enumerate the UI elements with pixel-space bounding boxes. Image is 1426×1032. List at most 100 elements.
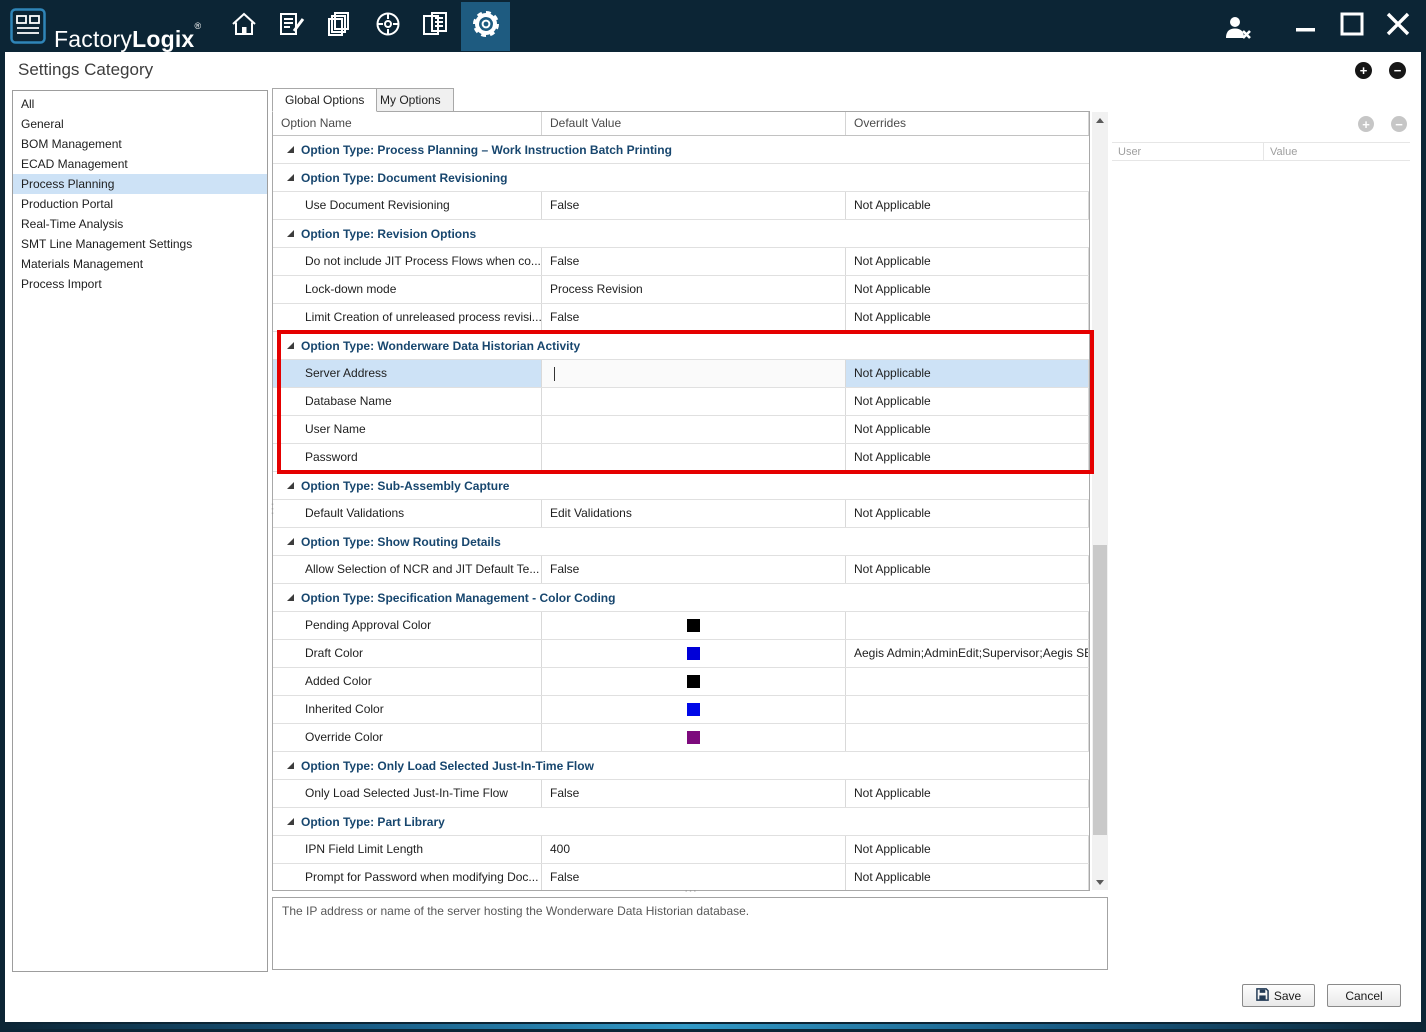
nav-settings-button[interactable]	[461, 2, 510, 51]
overrides-cell[interactable]: Not Applicable	[846, 556, 1089, 583]
nav-work-instructions-button[interactable]	[276, 10, 308, 42]
default-value-cell[interactable]: False	[542, 248, 846, 275]
option-row[interactable]: Prompt for Password when modifying Doc..…	[273, 864, 1089, 891]
overrides-cell[interactable]: Aegis Admin;AdminEdit;Supervisor;Aegis S…	[846, 640, 1089, 667]
expander-icon[interactable]	[287, 146, 294, 153]
sidebar-item-materials-management[interactable]: Materials Management	[13, 254, 267, 274]
option-name-cell[interactable]: Override Color	[273, 724, 542, 751]
overrides-cell[interactable]	[846, 668, 1089, 695]
overrides-cell[interactable]	[846, 724, 1089, 751]
overrides-cell[interactable]: Not Applicable	[846, 360, 1089, 387]
option-group-row[interactable]: Option Type: Show Routing Details	[273, 528, 1089, 556]
overrides-cell[interactable]: Not Applicable	[846, 276, 1089, 303]
save-button[interactable]: Save	[1242, 984, 1315, 1007]
sidebar-item-general[interactable]: General	[13, 114, 267, 134]
option-row[interactable]: Lock-down modeProcess RevisionNot Applic…	[273, 276, 1089, 304]
option-group-row[interactable]: Option Type: Only Load Selected Just-In-…	[273, 752, 1089, 780]
option-row[interactable]: Only Load Selected Just-In-Time FlowFals…	[273, 780, 1089, 808]
close-button[interactable]	[1380, 8, 1416, 44]
option-row[interactable]: Use Document RevisioningFalseNot Applica…	[273, 192, 1089, 220]
sidebar-item-all[interactable]: All	[13, 94, 267, 114]
default-value-cell[interactable]	[542, 360, 846, 387]
default-value-cell[interactable]	[542, 388, 846, 415]
column-header-user[interactable]: User	[1112, 143, 1264, 160]
overrides-cell[interactable]: Not Applicable	[846, 388, 1089, 415]
nav-materials-button[interactable]	[324, 10, 356, 42]
expander-icon[interactable]	[287, 594, 294, 601]
option-row[interactable]: Draft Color Aegis Admin;AdminEdit;Supervi…	[273, 640, 1089, 668]
column-header-value[interactable]: Value	[1264, 143, 1410, 160]
tab-my-options[interactable]: My Options	[367, 88, 454, 112]
option-row[interactable]: User Name Not Applicable	[273, 416, 1089, 444]
overrides-cell[interactable]: Not Applicable	[846, 416, 1089, 443]
default-value-cell[interactable]	[542, 612, 846, 639]
sidebar-item-bom-management[interactable]: BOM Management	[13, 134, 267, 154]
option-row[interactable]: Pending Approval Color	[273, 612, 1089, 640]
overrides-cell[interactable]	[846, 612, 1089, 639]
option-name-cell[interactable]: Limit Creation of unreleased process rev…	[273, 304, 542, 331]
default-value-cell[interactable]: False	[542, 780, 846, 807]
expander-icon[interactable]	[287, 342, 294, 349]
overrides-cell[interactable]	[846, 696, 1089, 723]
default-value-cell[interactable]	[542, 416, 846, 443]
default-value-cell[interactable]: 400	[542, 836, 846, 863]
option-group-row[interactable]: Option Type: Process Planning – Work Ins…	[273, 136, 1089, 164]
sidebar-item-process-planning[interactable]: Process Planning	[13, 174, 267, 194]
overrides-cell[interactable]: Not Applicable	[846, 500, 1089, 527]
option-name-cell[interactable]: Only Load Selected Just-In-Time Flow	[273, 780, 542, 807]
horizontal-splitter[interactable]: ⋯	[684, 886, 697, 896]
option-name-cell[interactable]: Added Color	[273, 668, 542, 695]
vertical-scrollbar[interactable]	[1092, 112, 1108, 890]
expander-icon[interactable]	[287, 538, 294, 545]
option-name-cell[interactable]: User Name	[273, 416, 542, 443]
default-value-cell[interactable]: Edit Validations	[542, 500, 846, 527]
vertical-splitter[interactable]: ⋮	[266, 504, 279, 514]
option-name-cell[interactable]: Prompt for Password when modifying Doc..…	[273, 864, 542, 891]
option-name-cell[interactable]: IPN Field Limit Length	[273, 836, 542, 863]
option-group-row[interactable]: Option Type: Specification Management - …	[273, 584, 1089, 612]
option-name-cell[interactable]: Inherited Color	[273, 696, 542, 723]
default-value-cell[interactable]: False	[542, 192, 846, 219]
overrides-cell[interactable]: Not Applicable	[846, 192, 1089, 219]
option-name-cell[interactable]: Draft Color	[273, 640, 542, 667]
expander-icon[interactable]	[287, 482, 294, 489]
option-row[interactable]: IPN Field Limit Length400Not Applicable	[273, 836, 1089, 864]
option-row[interactable]: Default ValidationsEdit ValidationsNot A…	[273, 500, 1089, 528]
column-header-default-value[interactable]: Default Value	[542, 112, 846, 135]
minimize-button[interactable]	[1288, 8, 1324, 44]
option-row[interactable]: Inherited Color	[273, 696, 1089, 724]
default-value-cell[interactable]	[542, 724, 846, 751]
column-header-option-name[interactable]: Option Name	[273, 112, 542, 135]
option-row[interactable]: Database NameNot Applicable	[273, 388, 1089, 416]
option-name-cell[interactable]: Password	[273, 444, 542, 471]
default-value-cell[interactable]	[542, 444, 846, 471]
option-name-cell[interactable]: Allow Selection of NCR and JIT Default T…	[273, 556, 542, 583]
remove-option-button[interactable]: −	[1389, 62, 1406, 79]
option-group-row[interactable]: Option Type: Part Library	[273, 808, 1089, 836]
option-group-row[interactable]: Option Type: Sub-Assembly Capture	[273, 472, 1089, 500]
option-row[interactable]: Server AddressNot Applicable	[273, 360, 1089, 388]
default-value-cell[interactable]: False	[542, 556, 846, 583]
default-value-cell[interactable]	[542, 668, 846, 695]
sidebar-item-ecad-management[interactable]: ECAD Management	[13, 154, 267, 174]
color-swatch[interactable]	[687, 647, 700, 660]
sidebar-item-production-portal[interactable]: Production Portal	[13, 194, 267, 214]
expander-icon[interactable]	[287, 762, 294, 769]
color-swatch[interactable]	[687, 703, 700, 716]
overrides-cell[interactable]: Not Applicable	[846, 780, 1089, 807]
overrides-cell[interactable]: Not Applicable	[846, 836, 1089, 863]
expander-icon[interactable]	[287, 818, 294, 825]
default-value-cell[interactable]	[542, 696, 846, 723]
option-group-row[interactable]: Option Type: Wonderware Data Historian A…	[273, 332, 1089, 360]
default-value-cell[interactable]: Process Revision	[542, 276, 846, 303]
option-row[interactable]: Limit Creation of unreleased process rev…	[273, 304, 1089, 332]
scrollbar-thumb[interactable]	[1093, 545, 1107, 835]
option-row[interactable]: Added Color	[273, 668, 1089, 696]
overrides-cell[interactable]: Not Applicable	[846, 304, 1089, 331]
nav-home-button[interactable]	[228, 10, 260, 42]
overrides-cell[interactable]: Not Applicable	[846, 248, 1089, 275]
cancel-button[interactable]: Cancel	[1327, 984, 1401, 1007]
nav-production-button[interactable]	[372, 10, 404, 42]
option-row[interactable]: PasswordNot Applicable	[273, 444, 1089, 472]
color-swatch[interactable]	[687, 619, 700, 632]
